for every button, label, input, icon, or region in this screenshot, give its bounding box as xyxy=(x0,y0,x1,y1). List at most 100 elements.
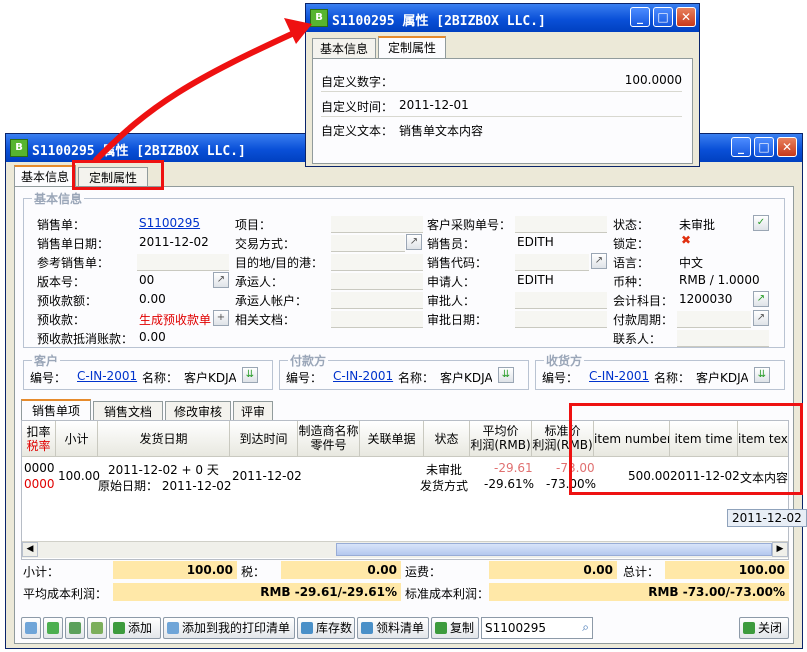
col-discount-line2: 税率 xyxy=(26,439,51,453)
checkmark-icon xyxy=(743,622,755,634)
receiver-expand-icon[interactable]: ⇊ xyxy=(754,367,770,383)
carrier-field[interactable] xyxy=(331,273,423,290)
customer-expand-icon[interactable]: ⇊ xyxy=(242,367,258,383)
col-manufacturer[interactable]: 制造商名称 零件号 xyxy=(298,421,360,457)
popup-panel: 自定义数字： 100.0000 自定义时间： 2011-12-01 自定义文本：… xyxy=(312,58,693,164)
prepay-amount-value: 0.00 xyxy=(139,292,166,306)
ref-order-field[interactable] xyxy=(137,254,229,271)
close-button[interactable]: 关闭 xyxy=(739,617,789,639)
copy-label: 复制 xyxy=(450,621,475,635)
copy-button[interactable]: 复制 xyxy=(431,617,479,639)
destination-field[interactable] xyxy=(331,254,423,271)
pick-list-icon xyxy=(361,622,373,634)
col-avg-price[interactable]: 平均价 利润(RMB) xyxy=(470,421,532,457)
print-button[interactable] xyxy=(21,617,41,639)
approver-label: 审批人： xyxy=(427,294,476,308)
sales-order-link[interactable]: S1100295 xyxy=(139,216,200,230)
col-subtotal[interactable]: 小计 xyxy=(56,421,98,457)
close-icon[interactable]: ✕ xyxy=(777,137,797,157)
customer-po-label: 客户采购单号： xyxy=(427,218,512,232)
add-button[interactable]: 添加 xyxy=(109,617,161,639)
custom-time-value: 2011-12-01 xyxy=(399,98,469,112)
popup-tab-custom-properties[interactable]: 定制属性 xyxy=(378,36,446,58)
version-arrow-icon[interactable]: ↗ xyxy=(213,272,229,288)
locked-label: 锁定： xyxy=(613,237,650,251)
approver-field[interactable] xyxy=(515,292,607,309)
trade-method-arrow-icon[interactable]: ↗ xyxy=(406,234,422,250)
item-field[interactable] xyxy=(331,216,423,233)
tab-basic-info[interactable]: 基本信息 xyxy=(14,165,76,187)
total-value: 100.00 xyxy=(665,561,789,579)
custom-number-label: 自定义数字： xyxy=(321,75,394,89)
locked-x-icon: ✖ xyxy=(681,233,692,247)
row-discount2: 0000 xyxy=(24,477,55,491)
account-value: 1200030 xyxy=(679,292,733,306)
col-discount[interactable]: 扣率 税率 xyxy=(22,421,56,457)
contact-field[interactable] xyxy=(677,330,769,347)
tab-sales-items[interactable]: 销售单项 xyxy=(21,399,91,421)
tab-review[interactable]: 评审 xyxy=(233,401,273,421)
avg-profit-label: 平均成本利润： xyxy=(23,587,108,601)
customer-po-field[interactable] xyxy=(515,216,607,233)
close-label: 关闭 xyxy=(758,621,783,635)
payer-code-link[interactable]: C-IN-2001 xyxy=(333,369,393,383)
minimize-icon[interactable]: _ xyxy=(731,137,751,157)
popup-minimize-icon[interactable]: _ xyxy=(630,7,650,27)
printer-icon xyxy=(25,622,37,634)
status-label: 状态： xyxy=(613,218,650,232)
col-arrive-time[interactable]: 到达时间 xyxy=(230,421,298,457)
related-docs-field[interactable] xyxy=(331,311,423,328)
std-profit-value: RMB -73.00/-73.00% xyxy=(489,583,789,601)
basic-info-group-title: 基本信息 xyxy=(32,190,85,207)
receiver-code-link[interactable]: C-IN-2001 xyxy=(589,369,649,383)
popup-tab-basic-info[interactable]: 基本信息 xyxy=(312,38,376,58)
trade-method-field[interactable] xyxy=(331,235,405,252)
account-arrow-icon[interactable]: ↗ xyxy=(753,291,769,307)
row-subtotal: 100.00 xyxy=(58,469,100,483)
pick-list-button[interactable]: 领料清单 xyxy=(357,617,429,639)
custom-number-divider xyxy=(321,91,682,92)
maximize-icon[interactable]: □ xyxy=(754,137,774,157)
scroll-left-icon[interactable]: ◀ xyxy=(22,542,38,557)
status-check-icon[interactable]: ✓ xyxy=(753,215,769,231)
row-avg-line2: -29.61% xyxy=(484,477,535,491)
tab-sales-docs[interactable]: 销售文档 xyxy=(93,401,163,421)
edit-button[interactable] xyxy=(87,617,107,639)
scroll-thumb[interactable] xyxy=(336,543,772,556)
pay-period-label: 付款周期： xyxy=(613,313,674,327)
approve-date-field[interactable] xyxy=(515,311,607,328)
prepay-offset-label: 预收款抵消账款： xyxy=(37,332,134,346)
row-avg-line1: -29.61 xyxy=(494,461,533,475)
customer-code-link[interactable]: C-IN-2001 xyxy=(77,369,137,383)
stock-button[interactable]: 库存数 xyxy=(297,617,355,639)
customer-group: 客户 编号： C-IN-2001 名称： 客户KDJA ⇊ xyxy=(23,352,273,390)
horizontal-scrollbar[interactable]: ◀ ▶ xyxy=(22,541,788,558)
col-ship-date[interactable]: 发货日期 xyxy=(98,421,230,457)
payer-expand-icon[interactable]: ⇊ xyxy=(498,367,514,383)
popup-close-icon[interactable]: ✕ xyxy=(676,7,696,27)
pay-period-arrow-icon[interactable]: ↗ xyxy=(753,310,769,326)
refresh-button[interactable] xyxy=(43,617,63,639)
col-state[interactable]: 状态 xyxy=(424,421,470,457)
popup-window: B S1100295 属性 [2BIZBOX LLC.] _ □ ✕ 基本信息 … xyxy=(305,3,700,167)
stock-label: 库存数 xyxy=(316,621,353,635)
sales-code-field[interactable] xyxy=(515,254,589,271)
popup-maximize-icon[interactable]: □ xyxy=(653,7,673,27)
search-icon: ⌕ xyxy=(582,620,589,634)
add-to-print-list-button[interactable]: 添加到我的打印清单 xyxy=(163,617,295,639)
tab-change-audit[interactable]: 修改审核 xyxy=(165,401,231,421)
subtotal-value: 100.00 xyxy=(113,561,237,579)
col-related[interactable]: 关联单据 xyxy=(360,421,424,457)
carrier-account-field[interactable] xyxy=(331,292,423,309)
order-date-value: 2011-12-02 xyxy=(139,235,209,249)
pay-period-field[interactable] xyxy=(677,311,751,328)
sales-code-arrow-icon[interactable]: ↗ xyxy=(591,253,607,269)
refresh-icon xyxy=(47,622,59,634)
popup-title-bar[interactable]: B S1100295 属性 [2BIZBOX LLC.] _ □ ✕ xyxy=(306,4,699,32)
search-input[interactable]: S1100295 ⌕ xyxy=(481,617,593,639)
destination-label: 目的地/目的港： xyxy=(235,256,324,270)
scroll-right-icon[interactable]: ▶ xyxy=(772,542,788,557)
generate-prepay-link[interactable]: 生成预收款单 xyxy=(139,311,211,328)
prepay-add-icon[interactable]: + xyxy=(213,310,229,326)
email-button[interactable] xyxy=(65,617,85,639)
